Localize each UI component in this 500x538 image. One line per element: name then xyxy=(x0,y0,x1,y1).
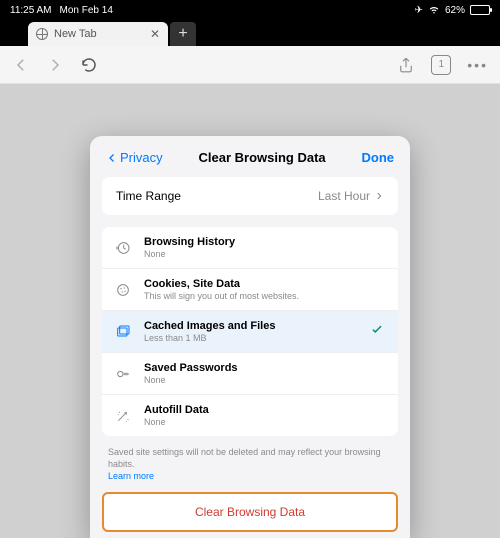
row-cookies[interactable]: Cookies, Site Data This will sign you ou… xyxy=(102,269,398,311)
checkmark-icon xyxy=(370,322,384,341)
cookie-icon xyxy=(114,282,132,298)
status-time: 11:25 AM xyxy=(10,5,52,16)
row-sub: None xyxy=(144,417,209,427)
row-sub: Less than 1 MB xyxy=(144,333,275,343)
row-title: Browsing History xyxy=(144,236,235,248)
back-button[interactable] xyxy=(12,56,30,74)
close-tab-icon[interactable]: ✕ xyxy=(150,27,160,41)
airplane-mode-icon: ✈ xyxy=(415,5,423,16)
data-type-list: Browsing History None Cookies, Site Data… xyxy=(102,227,398,436)
browser-tab-strip: New Tab ✕ + xyxy=(0,20,500,46)
chevron-right-icon xyxy=(374,191,384,201)
clear-browsing-data-modal: Privacy Clear Browsing Data Done Time Ra… xyxy=(90,136,410,538)
battery-icon xyxy=(470,5,490,15)
ios-status-bar: 11:25 AM Mon Feb 14 ✈ 62% xyxy=(0,0,500,20)
modal-title: Clear Browsing Data xyxy=(198,150,325,165)
history-icon xyxy=(114,240,132,256)
clear-browsing-data-button[interactable]: Clear Browsing Data xyxy=(102,492,398,532)
browser-viewport: Brighton and Hove News » Scaffolder fine… xyxy=(0,84,500,538)
chevron-left-icon xyxy=(106,152,118,164)
row-title: Cookies, Site Data xyxy=(144,278,299,290)
image-stack-icon xyxy=(114,324,132,340)
row-browsing-history[interactable]: Browsing History None xyxy=(102,227,398,269)
row-saved-passwords[interactable]: Saved Passwords None xyxy=(102,353,398,395)
status-date: Mon Feb 14 xyxy=(60,5,113,16)
clear-button-label: Clear Browsing Data xyxy=(195,505,305,519)
row-title: Saved Passwords xyxy=(144,362,238,374)
globe-icon xyxy=(36,28,48,40)
tab-count-label: 1 xyxy=(439,59,445,70)
browser-toolbar: 1 ••• xyxy=(0,46,500,84)
row-sub: None xyxy=(144,375,238,385)
time-range-label: Time Range xyxy=(116,189,181,203)
wand-icon xyxy=(114,408,132,424)
learn-more-link[interactable]: Learn more xyxy=(108,471,154,481)
row-cached-images[interactable]: Cached Images and Files Less than 1 MB xyxy=(102,311,398,353)
tab-title: New Tab xyxy=(54,28,97,40)
browser-tab[interactable]: New Tab ✕ xyxy=(28,22,168,46)
wifi-icon xyxy=(428,3,440,18)
row-title: Cached Images and Files xyxy=(144,320,275,332)
footer-text: Saved site settings will not be deleted … xyxy=(108,447,381,469)
new-tab-button[interactable]: + xyxy=(170,22,196,46)
footer-note: Saved site settings will not be deleted … xyxy=(102,436,398,486)
share-button[interactable] xyxy=(397,56,415,74)
back-label: Privacy xyxy=(120,150,163,165)
back-to-privacy-button[interactable]: Privacy xyxy=(106,150,163,165)
battery-percent: 62% xyxy=(445,5,465,16)
overflow-menu-button[interactable]: ••• xyxy=(467,57,488,73)
row-sub: None xyxy=(144,249,235,259)
forward-button[interactable] xyxy=(46,56,64,74)
time-range-row[interactable]: Time Range Last Hour xyxy=(102,177,398,215)
time-range-value: Last Hour xyxy=(318,189,370,203)
reload-button[interactable] xyxy=(80,56,98,74)
tab-switcher-button[interactable]: 1 xyxy=(431,55,451,75)
row-title: Autofill Data xyxy=(144,404,209,416)
key-icon xyxy=(114,366,132,382)
done-button[interactable]: Done xyxy=(362,150,395,165)
row-autofill[interactable]: Autofill Data None xyxy=(102,395,398,436)
row-sub: This will sign you out of most websites. xyxy=(144,291,299,301)
